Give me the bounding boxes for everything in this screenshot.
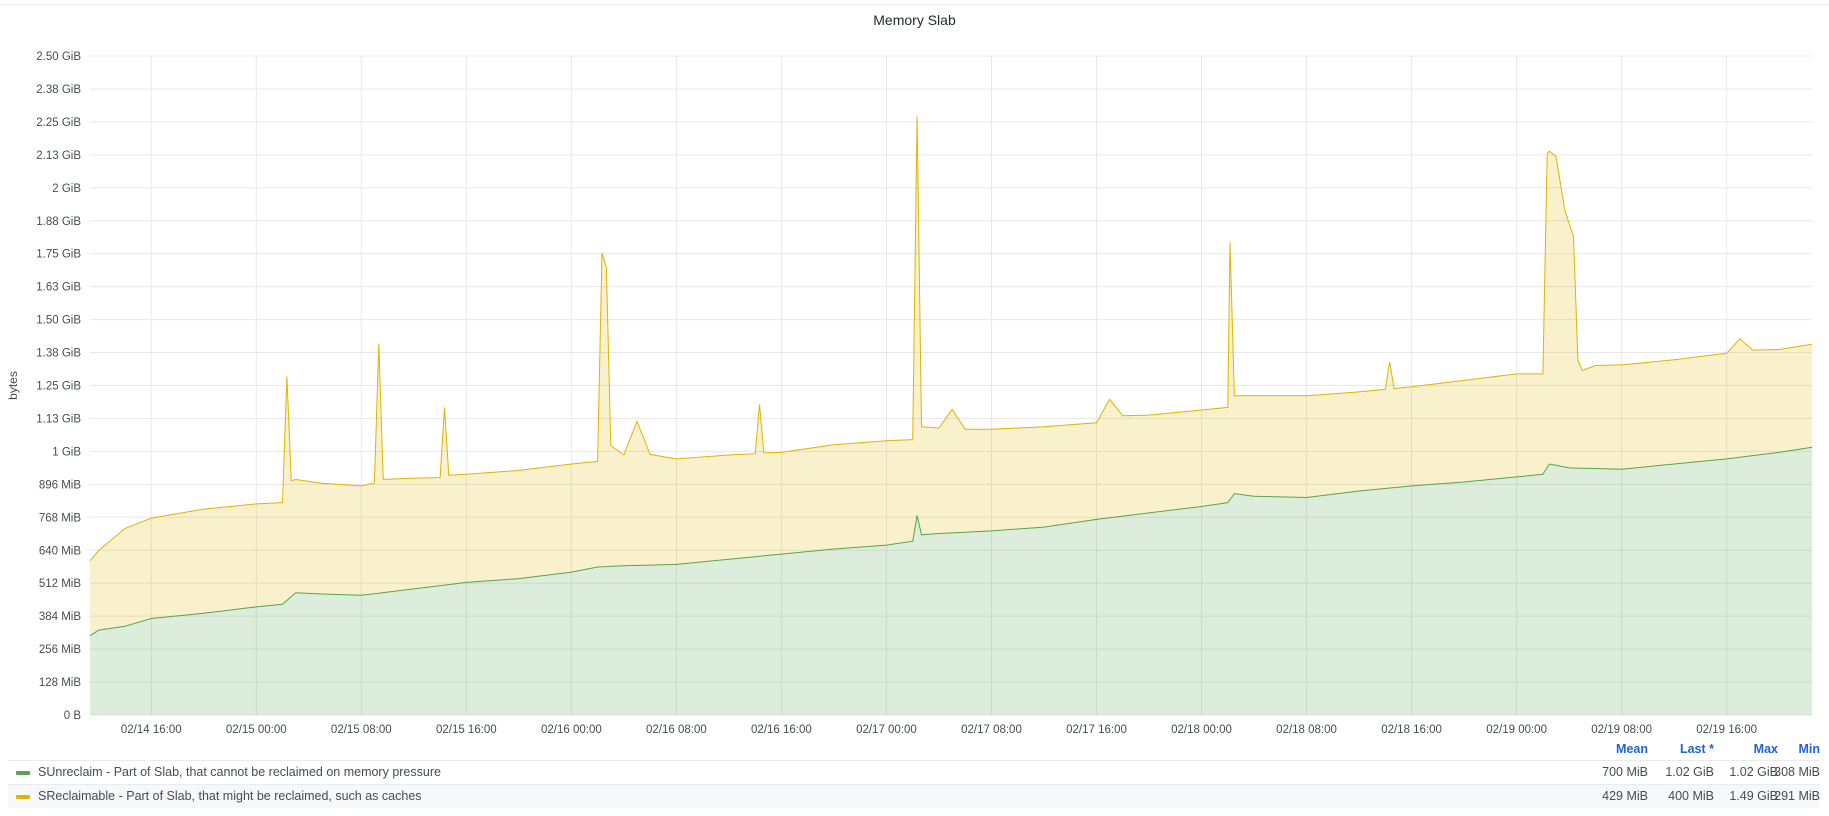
y-tick-label: 0 B (64, 710, 82, 722)
y-tick-label: 1.88 GiB (36, 216, 81, 228)
y-tick-label: 1.38 GiB (36, 348, 81, 360)
legend-table: Mean Last * Max Min SUnreclaim - Part of… (8, 738, 1820, 808)
x-tick-label: 02/15 00:00 (226, 724, 287, 736)
y-tick-label: 2.50 GiB (36, 51, 81, 63)
legend-value-last: 400 MiB (1668, 789, 1714, 803)
legend-value-max: 1.49 GiB (1729, 789, 1778, 803)
y-tick-label: 2 GiB (52, 183, 81, 195)
x-tick-label: 02/16 16:00 (751, 724, 812, 736)
x-tick-label: 02/16 08:00 (646, 724, 707, 736)
y-tick-label: 128 MiB (39, 677, 82, 689)
x-tick-label: 02/18 08:00 (1276, 724, 1337, 736)
y-tick-label: 2.13 GiB (36, 150, 81, 162)
legend-value-last: 1.02 GiB (1665, 765, 1714, 779)
graph-panel: Memory Slab 0 B 128 MiB 256 MiB 384 MiB 512 … (0, 0, 1829, 816)
legend-value-min: 308 MiB (1774, 765, 1820, 779)
y-tick-label: 512 MiB (39, 578, 82, 590)
x-tick-label: 02/14 16:00 (121, 724, 182, 736)
legend-value-max: 1.02 GiB (1729, 765, 1778, 779)
y-tick-label: 1.13 GiB (36, 413, 81, 425)
legend-row-sreclaimable[interactable]: SReclaimable - Part of Slab, that might … (8, 784, 1820, 808)
y-tick-label: 640 MiB (39, 545, 82, 557)
chart-series-areas (89, 116, 1813, 715)
legend-series-name[interactable]: SUnreclaim - Part of Slab, that cannot b… (38, 765, 441, 779)
y-tick-label: 1 GiB (52, 446, 81, 458)
legend-header-last[interactable]: Last * (1680, 742, 1714, 756)
x-tick-label: 02/19 00:00 (1486, 724, 1547, 736)
y-tick-label: 256 MiB (39, 644, 82, 656)
legend-header: Mean Last * Max Min (8, 738, 1820, 760)
y-tick-label: 1.63 GiB (36, 282, 81, 294)
memory-slab-chart[interactable]: 0 B 128 MiB 256 MiB 384 MiB 512 MiB 640 MiB 76… (0, 0, 1829, 736)
legend-value-mean: 429 MiB (1602, 789, 1648, 803)
legend-header-max[interactable]: Max (1754, 742, 1778, 756)
x-tick-label: 02/15 08:00 (331, 724, 392, 736)
legend-header-mean[interactable]: Mean (1616, 742, 1648, 756)
x-tick-label: 02/18 16:00 (1381, 724, 1442, 736)
legend-row-sunreclaim[interactable]: SUnreclaim - Part of Slab, that cannot b… (8, 760, 1820, 784)
x-axis: 02/14 16:00 02/15 00:00 02/15 08:00 02/15 1… (121, 724, 1757, 736)
legend-value-mean: 700 MiB (1602, 765, 1648, 779)
y-tick-label: 1.50 GiB (36, 315, 81, 327)
y-tick-label: 384 MiB (39, 611, 82, 623)
legend-swatch-sunreclaim[interactable] (16, 771, 30, 775)
y-tick-label: 2.25 GiB (36, 117, 81, 129)
y-tick-label: 1.25 GiB (36, 381, 81, 393)
legend-value-min: 291 MiB (1774, 789, 1820, 803)
x-tick-label: 02/17 00:00 (856, 724, 917, 736)
x-tick-label: 02/17 16:00 (1066, 724, 1127, 736)
legend-series-name[interactable]: SReclaimable - Part of Slab, that might … (38, 789, 422, 803)
legend-header-min[interactable]: Min (1798, 742, 1820, 756)
y-tick-label: 2.38 GiB (36, 84, 81, 96)
x-tick-label: 02/19 16:00 (1696, 724, 1757, 736)
x-tick-label: 02/16 00:00 (541, 724, 602, 736)
y-axis: 0 B 128 MiB 256 MiB 384 MiB 512 MiB 640 MiB 76… (36, 51, 81, 722)
y-tick-label: 1.75 GiB (36, 249, 81, 261)
y-tick-label: 768 MiB (39, 512, 82, 524)
x-tick-label: 02/15 16:00 (436, 724, 497, 736)
x-tick-label: 02/17 08:00 (961, 724, 1022, 736)
legend-swatch-sreclaimable[interactable] (16, 795, 30, 799)
x-tick-label: 02/18 00:00 (1171, 724, 1232, 736)
x-tick-label: 02/19 08:00 (1591, 724, 1652, 736)
y-tick-label: 896 MiB (39, 479, 82, 491)
y-axis-label: bytes (6, 371, 20, 400)
